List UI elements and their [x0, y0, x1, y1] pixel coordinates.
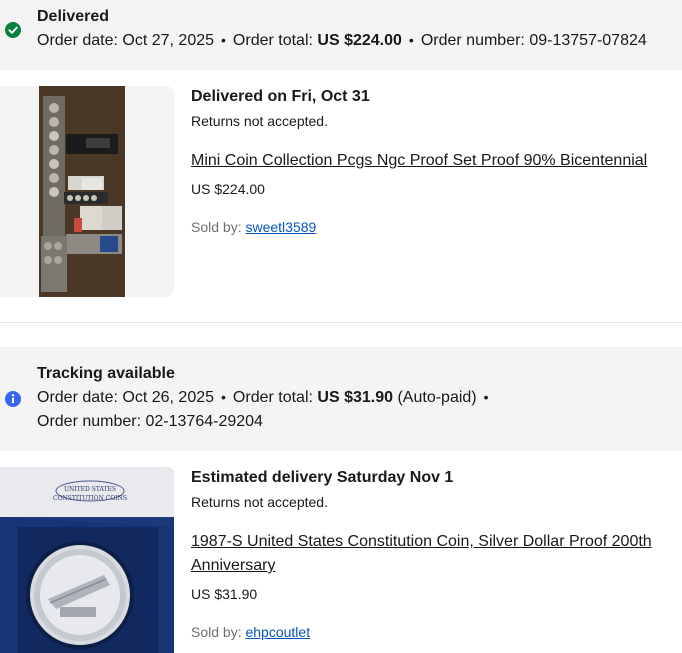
returns-policy: Returns not accepted.	[191, 113, 328, 129]
order-total: US $224.00	[317, 32, 402, 49]
coin-collection-photo	[39, 86, 125, 297]
sold-by: Sold by: ehpcoutlet	[191, 624, 310, 640]
sold-by-label: Sold by:	[191, 219, 242, 235]
order-date: Oct 26, 2025	[122, 389, 215, 406]
order-number-label: Order number:	[37, 413, 142, 430]
order-status: Delivered	[37, 8, 110, 25]
svg-text:CONSTITUTION COINS: CONSTITUTION COINS	[53, 495, 127, 502]
order-total: US $31.90	[317, 389, 394, 406]
order-divider	[0, 322, 682, 323]
order-number: 09-13757-07824	[529, 32, 647, 49]
order-meta: Order date: Oct 27, 2025 • Order total: US…	[37, 32, 647, 50]
seller-link[interactable]: ehpcoutlet	[245, 624, 310, 640]
separator: •	[408, 32, 414, 48]
order-date: Oct 27, 2025	[122, 32, 215, 49]
info-circle-icon	[5, 391, 21, 407]
separator: •	[221, 389, 226, 405]
item-image[interactable]	[0, 86, 174, 297]
order-meta: Order date: Oct 26, 2025 • Order total: US…	[37, 389, 496, 407]
item-price: US $31.90	[191, 586, 258, 602]
item-image[interactable]: UNITED STATES CONSTITUTION COINS	[0, 467, 174, 653]
sold-by: Sold by: sweetl3589	[191, 219, 316, 235]
sold-by-label: Sold by:	[191, 624, 242, 640]
order-number-label: Order number:	[420, 32, 525, 49]
payment-note: (Auto-paid)	[397, 389, 477, 406]
separator: •	[221, 32, 226, 48]
seller-link[interactable]: sweetl3589	[245, 219, 316, 235]
check-circle-icon	[5, 22, 21, 38]
order-number: 02-13764-29204	[145, 413, 263, 430]
order-number-line: Order number: 02-13764-29204	[37, 413, 263, 431]
order-header: Delivered Order date: Oct 27, 2025 • Order…	[0, 0, 682, 70]
order-date-label: Order date:	[37, 32, 118, 49]
returns-policy: Returns not accepted.	[191, 494, 328, 510]
order-header: Tracking available Order date: Oct 26, 2…	[0, 347, 682, 451]
separator: •	[483, 389, 489, 405]
item-title-link[interactable]: 1987-S United States Constitution Coin, …	[191, 530, 681, 578]
order-total-label: Order total:	[232, 32, 313, 49]
item-price: US $224.00	[191, 181, 265, 197]
silver-dollar-photo: UNITED STATES CONSTITUTION COINS	[0, 467, 174, 653]
delivery-status: Estimated delivery Saturday Nov 1	[191, 469, 454, 486]
svg-text:UNITED STATES: UNITED STATES	[64, 486, 116, 493]
item-title-link[interactable]: Mini Coin Collection Pcgs Ngc Proof Set …	[191, 149, 681, 173]
order-date-label: Order date:	[37, 389, 118, 406]
delivery-status: Delivered on Fri, Oct 31	[191, 88, 370, 105]
order-total-label: Order total:	[232, 389, 313, 406]
order-status: Tracking available	[37, 365, 175, 382]
